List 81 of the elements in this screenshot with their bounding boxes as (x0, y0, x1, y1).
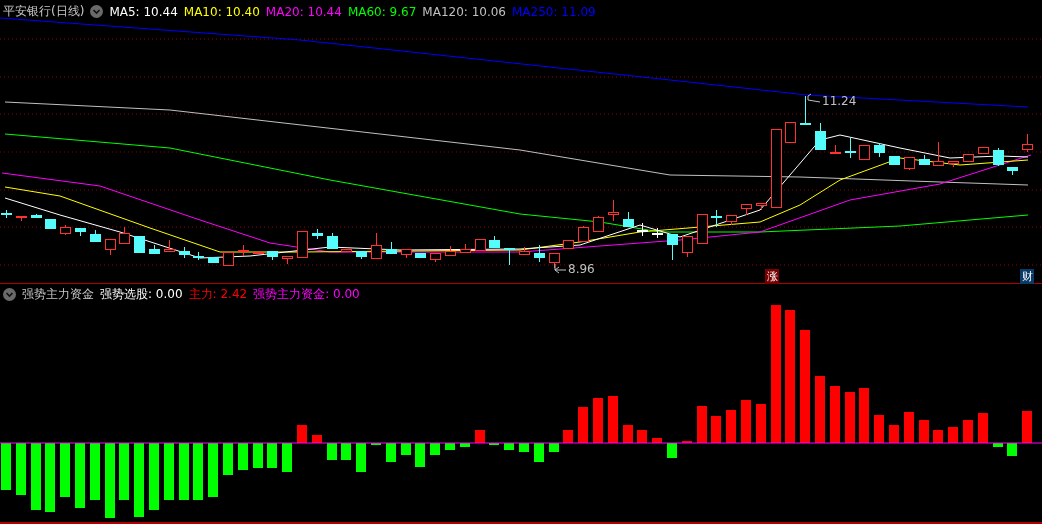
histogram-bar (60, 443, 70, 497)
histogram-bar (637, 430, 647, 443)
histogram-bar (889, 425, 899, 443)
histogram-bar (933, 430, 943, 443)
histogram-bar (401, 443, 411, 455)
histogram-bar (430, 443, 440, 455)
histogram-bar (460, 443, 470, 447)
histogram-bar (475, 430, 485, 443)
histogram-bar (445, 443, 455, 450)
histogram-bar (1007, 443, 1017, 456)
histogram-bar (845, 392, 855, 443)
indicator-title: 强势主力资金 (22, 286, 94, 303)
histogram-bar (697, 406, 707, 443)
ma-legend-value: MA60: 9.67 (347, 4, 417, 19)
ma-legend-value: MA20: 10.44 (265, 4, 342, 19)
histogram-bar (549, 443, 559, 452)
histogram-bar (149, 443, 159, 510)
histogram-bar (193, 443, 203, 500)
histogram-bar (164, 443, 174, 500)
indicator-value: 强势选股: 0.00 (100, 286, 183, 303)
histogram-bar (267, 443, 277, 468)
histogram-bar (45, 443, 55, 512)
histogram-bar (830, 386, 840, 443)
histogram-bar (16, 443, 26, 495)
histogram-bar (297, 425, 307, 443)
histogram-bar (756, 404, 766, 443)
histogram-bar (652, 438, 662, 443)
ma-legend-value: MA10: 10.40 (183, 4, 260, 19)
histogram-bar (1, 443, 11, 490)
histogram-bar (815, 376, 825, 443)
ma-legend-value: MA5: 10.44 (109, 4, 178, 19)
histogram-bar (356, 443, 366, 472)
histogram-bar (623, 425, 633, 443)
histogram-bar (119, 443, 129, 500)
histogram-bar (312, 435, 322, 443)
histogram-bar (75, 443, 85, 508)
histogram-bar (904, 412, 914, 443)
histogram-bar (90, 443, 100, 500)
low-price-label: 8.96 (568, 262, 595, 276)
histogram-bar (859, 388, 869, 443)
histogram-bar (1022, 411, 1032, 443)
histogram-bar (948, 427, 958, 443)
histogram-bar (534, 443, 544, 462)
histogram-bar (179, 443, 189, 500)
histogram-bar (578, 407, 588, 443)
histogram-bar (31, 443, 41, 510)
indicator-value: 主力: 2.42 (188, 286, 248, 303)
histogram-bar (341, 443, 351, 460)
dropdown-icon[interactable] (3, 288, 16, 301)
histogram-bar (563, 430, 573, 443)
histogram-bar (667, 443, 677, 458)
ma-legend-value: MA250: 11.09 (512, 4, 596, 19)
dropdown-icon[interactable] (90, 5, 104, 18)
histogram-bar (253, 443, 263, 468)
histogram-bar (919, 420, 929, 443)
indicator-value: 强势主力资金: 0.00 (253, 286, 360, 303)
histogram-bar (208, 443, 218, 497)
high-price-arrow (807, 93, 821, 103)
histogram-bar (415, 443, 425, 467)
histogram-bar (963, 420, 973, 443)
histogram-bar (741, 400, 751, 443)
histogram-bar (238, 443, 248, 470)
rise-marker[interactable]: 涨 (765, 269, 779, 284)
histogram-bar (993, 443, 1003, 447)
histogram-bar (386, 443, 396, 462)
histogram-bar (327, 443, 337, 460)
histogram-bar (874, 415, 884, 443)
histogram-bar (978, 413, 988, 443)
histogram-bar (519, 443, 529, 452)
histogram-bar (504, 443, 514, 450)
histogram-bar (726, 410, 736, 443)
stock-title: 平安银行(日线) (3, 3, 85, 20)
ma-legend-value: MA120: 10.06 (422, 4, 506, 19)
histogram-bar (282, 443, 292, 472)
high-price-label: 11.24 (822, 94, 857, 108)
histogram-bar (593, 398, 603, 443)
low-price-arrow (554, 263, 567, 274)
histogram-bar (711, 416, 721, 443)
finance-marker[interactable]: 财 (1020, 269, 1034, 284)
histogram-bar (608, 396, 618, 443)
histogram-bar (223, 443, 233, 475)
